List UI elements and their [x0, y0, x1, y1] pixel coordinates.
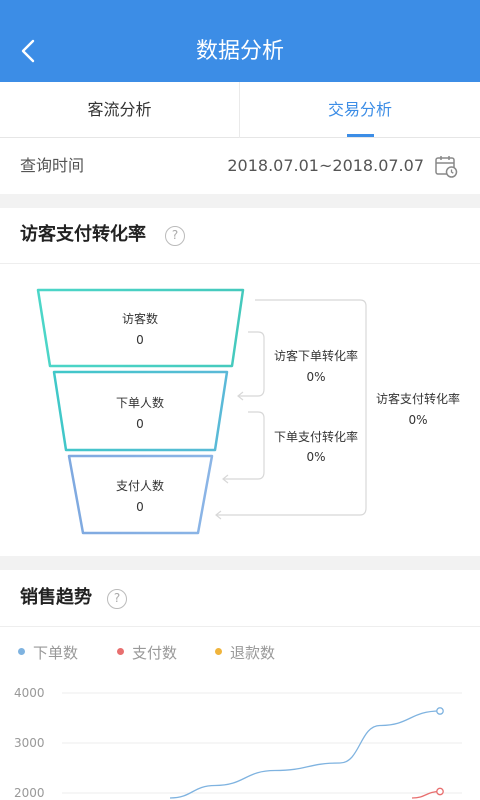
- date-range-value[interactable]: 2018.07.01~2018.07.07: [227, 138, 424, 194]
- sales-trend-chart: [62, 692, 462, 799]
- funnel-stage-orders: [52, 370, 229, 452]
- stage-payments-value: 0: [136, 500, 144, 514]
- active-tab-indicator: [347, 134, 374, 137]
- app-header: 数据分析: [0, 0, 480, 82]
- rate-order-payment-label: 下单支付转化率: [273, 430, 358, 444]
- stage-payments-label: 支付人数: [115, 479, 164, 493]
- rate-order-payment-value: 0%: [306, 450, 326, 464]
- stage-orders-label: 下单人数: [115, 396, 164, 410]
- stage-orders-value: 0: [136, 417, 144, 431]
- sales-trend-card: 销售趋势 ? 下单数 支付数 退款数 4000 3000 2000: [0, 570, 480, 800]
- y-tick-label: 2000: [14, 786, 45, 800]
- query-time-row[interactable]: 查询时间 2018.07.01~2018.07.07: [0, 138, 480, 194]
- series-line-0: [169, 710, 441, 799]
- calendar-icon[interactable]: [434, 154, 458, 178]
- series-line-1: [411, 790, 441, 799]
- series-end-point-1: [436, 787, 444, 796]
- rate-visitor-payment-label: 访客支付转化率: [375, 392, 460, 406]
- y-tick-label: 4000: [14, 686, 45, 700]
- funnel-diagram: [36, 288, 367, 535]
- visitor-conversion-card: 访客支付转化率 ? 访客数 0 下单人数 0 支付人数 0 访客下单转化率 0%…: [0, 208, 480, 556]
- stage-visitors-label: 访客数: [121, 312, 158, 326]
- series-end-point-0: [436, 707, 444, 715]
- funnel-stage-payments: [67, 454, 214, 535]
- funnel-stage-visitors: [36, 288, 245, 368]
- y-tick-label: 3000: [14, 736, 45, 750]
- query-time-label: 查询时间: [20, 156, 85, 175]
- rate-visitor-order-value: 0%: [306, 370, 326, 384]
- tab-traffic-analysis[interactable]: 客流分析: [0, 82, 240, 138]
- page-title: 数据分析: [195, 39, 284, 64]
- tab-bar: 客流分析 交易分析: [0, 82, 480, 138]
- stage-visitors-value: 0: [136, 333, 144, 347]
- rate-visitor-order-label: 访客下单转化率: [273, 349, 358, 363]
- tab-transaction-analysis[interactable]: 交易分析: [240, 82, 480, 138]
- rate-visitor-payment-value: 0%: [408, 413, 428, 427]
